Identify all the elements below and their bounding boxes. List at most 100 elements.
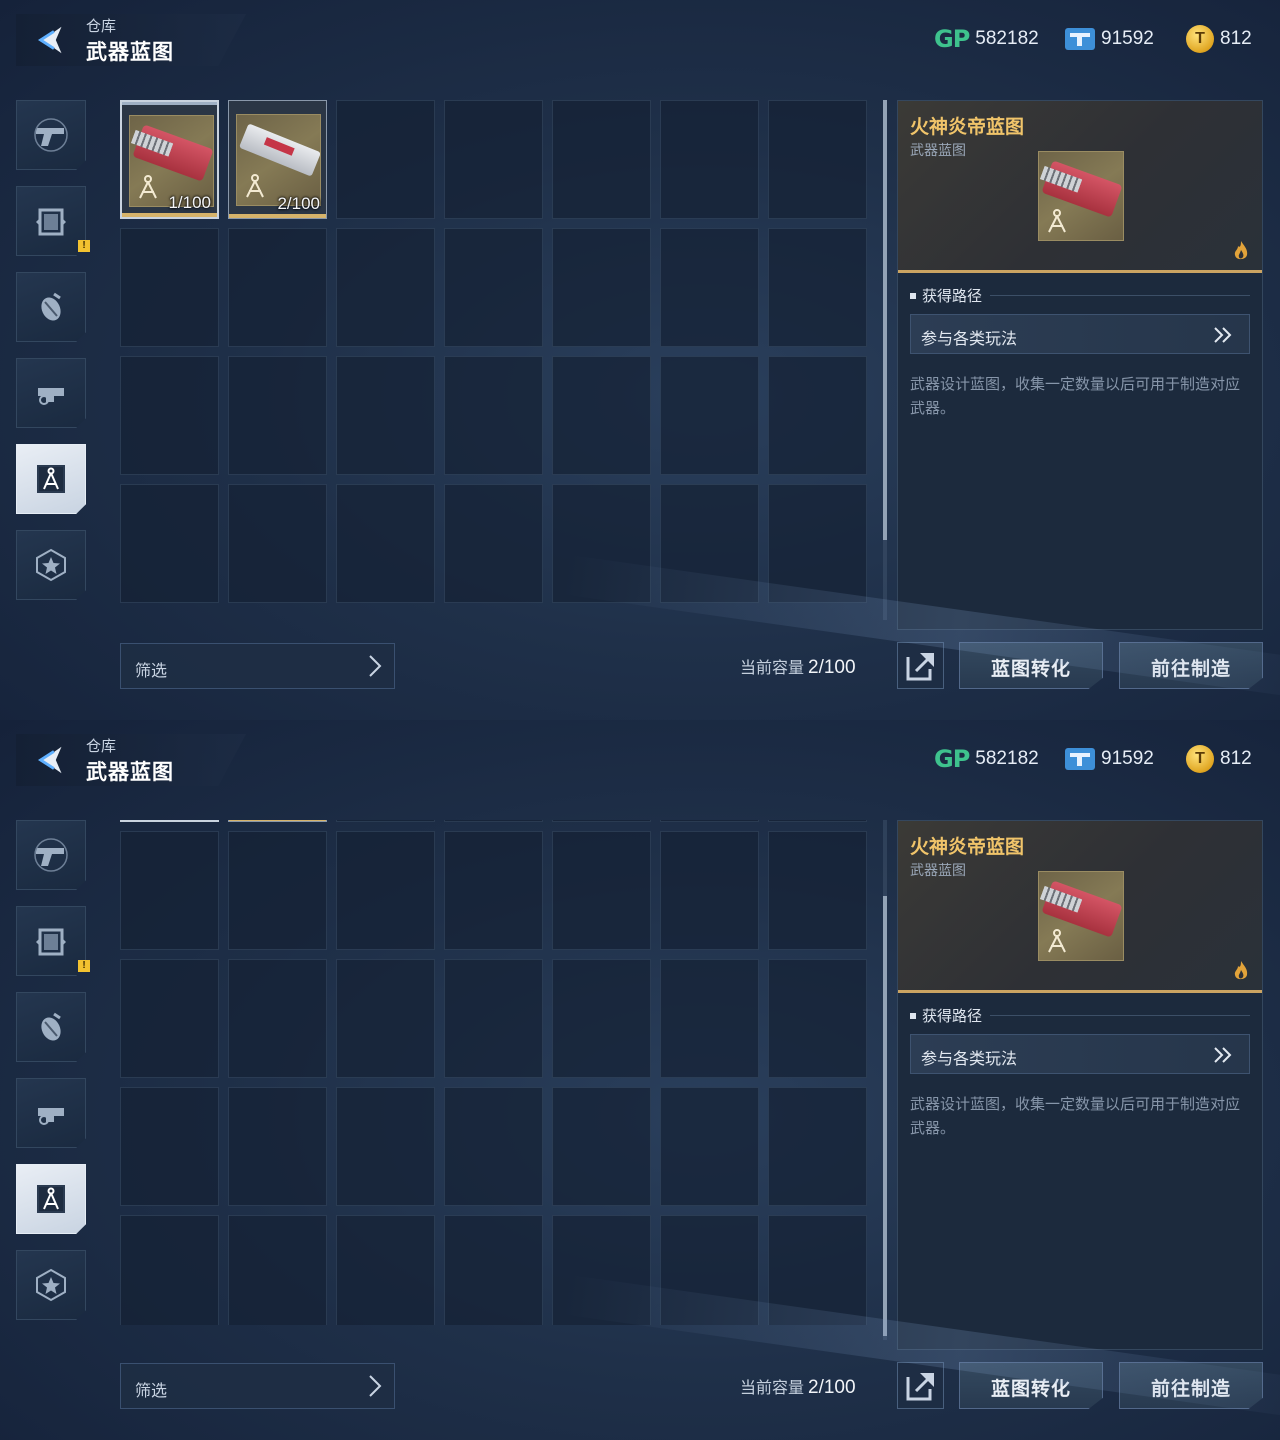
empty-slot bbox=[552, 228, 651, 347]
blueprint-convert-button[interactable]: 蓝图转化 bbox=[959, 642, 1103, 689]
coin-amount: 812 bbox=[1220, 748, 1252, 769]
flame-icon bbox=[1234, 961, 1248, 980]
category-tab-pistol[interactable] bbox=[16, 820, 86, 890]
ticket-icon bbox=[1065, 28, 1095, 50]
back-button[interactable] bbox=[30, 740, 74, 780]
filter-button[interactable]: 筛选 bbox=[120, 1363, 395, 1409]
rarity-bar bbox=[229, 214, 326, 218]
back-button[interactable] bbox=[30, 20, 74, 60]
empty-slot bbox=[336, 356, 435, 475]
currency-gp[interactable]: GP 582182 bbox=[934, 744, 1039, 774]
inventory-grid[interactable]: 1/100 2/100 bbox=[120, 820, 870, 1325]
category-tab-blueprint[interactable] bbox=[16, 1164, 86, 1234]
blueprint-slot[interactable]: 2/100 bbox=[228, 100, 327, 219]
source-route-button[interactable]: 参与各类玩法 bbox=[910, 314, 1250, 354]
grid-scroll-thumb[interactable] bbox=[883, 896, 887, 1336]
category-tab-armor[interactable] bbox=[16, 906, 86, 976]
flame-icon bbox=[1234, 241, 1248, 260]
currency-gp[interactable]: GP 582182 bbox=[934, 24, 1039, 54]
back-arrow-icon bbox=[37, 26, 62, 54]
empty-slot bbox=[120, 959, 219, 1078]
category-tab-blueprint[interactable] bbox=[16, 444, 86, 514]
blueprint-slot[interactable]: 1/100 bbox=[120, 820, 219, 822]
grid-scrollbar[interactable] bbox=[883, 100, 887, 620]
grid-scrollbar[interactable] bbox=[883, 820, 887, 1340]
empty-slot bbox=[552, 831, 651, 950]
page-title: 武器蓝图 bbox=[86, 41, 174, 64]
source-route-button[interactable]: 参与各类玩法 bbox=[910, 1034, 1250, 1074]
item-detail-panel: 火神炎帝蓝图 武器蓝图 获得路径 参与各类玩法 武器设计蓝图，收集一定数量以后可… bbox=[897, 820, 1263, 1350]
empty-slot bbox=[552, 959, 651, 1078]
breadcrumb: 仓库 bbox=[86, 738, 117, 755]
detail-header: 火神炎帝蓝图 武器蓝图 bbox=[898, 101, 1262, 273]
capacity-readout: 当前容量 2/100 bbox=[740, 654, 856, 679]
empty-slot bbox=[228, 484, 327, 603]
empty-slot bbox=[120, 1087, 219, 1206]
gp-icon: GP bbox=[934, 25, 970, 53]
rarity-bar bbox=[229, 820, 326, 821]
item-description: 武器设计蓝图，收集一定数量以后可用于制造对应武器。 bbox=[910, 376, 1241, 417]
empty-slot bbox=[444, 959, 543, 1078]
currency-ticket[interactable]: 91592 bbox=[1065, 24, 1154, 54]
empty-slot bbox=[228, 959, 327, 1078]
blueprint-thumbnail bbox=[236, 114, 321, 206]
item-description: 武器设计蓝图，收集一定数量以后可用于制造对应武器。 bbox=[910, 1096, 1241, 1137]
go-craft-button[interactable]: 前往制造 bbox=[1119, 642, 1263, 689]
gp-amount: 582182 bbox=[975, 28, 1039, 49]
filter-button[interactable]: 筛选 bbox=[120, 643, 395, 689]
source-section-title: 获得路径 bbox=[910, 285, 1250, 306]
empty-slot bbox=[444, 831, 543, 950]
blueprint-slot[interactable]: 2/100 bbox=[228, 820, 327, 822]
empty-slot bbox=[552, 1087, 651, 1206]
empty-slot bbox=[336, 831, 435, 950]
coin-icon: T bbox=[1186, 745, 1214, 773]
capacity-value: 2/100 bbox=[808, 657, 856, 678]
inventory-grid[interactable]: 1/100 2/100 bbox=[120, 100, 870, 605]
source-section-title: 获得路径 bbox=[910, 1005, 1250, 1026]
category-tab-grenade[interactable] bbox=[16, 992, 86, 1062]
category-tab-star-badge[interactable] bbox=[16, 530, 86, 600]
go-craft-button[interactable]: 前往制造 bbox=[1119, 1362, 1263, 1409]
empty-slot bbox=[444, 100, 543, 219]
route-label: 参与各类玩法 bbox=[921, 1051, 1018, 1068]
gp-icon: GP bbox=[934, 745, 970, 773]
empty-slot bbox=[660, 1087, 759, 1206]
blueprint-compass-icon bbox=[139, 175, 157, 199]
category-tab-star-badge[interactable] bbox=[16, 1250, 86, 1320]
currency-ticket[interactable]: 91592 bbox=[1065, 744, 1154, 774]
category-tab-armor[interactable] bbox=[16, 186, 86, 256]
category-tab-attachment[interactable] bbox=[16, 1078, 86, 1148]
pistol-icon bbox=[34, 838, 68, 872]
grid-scroll-thumb[interactable] bbox=[883, 100, 887, 540]
blueprint-convert-button[interactable]: 蓝图转化 bbox=[959, 1362, 1103, 1409]
category-tab-pistol[interactable] bbox=[16, 100, 86, 170]
category-tab-grenade[interactable] bbox=[16, 272, 86, 342]
empty-slot bbox=[336, 820, 435, 822]
currency-coin[interactable]: T 812 bbox=[1186, 24, 1252, 54]
capacity-label: 当前容量 bbox=[740, 1380, 805, 1397]
empty-slot bbox=[444, 1215, 543, 1325]
attachment-icon bbox=[38, 1108, 64, 1125]
currency-coin[interactable]: T 812 bbox=[1186, 744, 1252, 774]
category-tab-attachment[interactable] bbox=[16, 358, 86, 428]
empty-slot bbox=[768, 831, 867, 950]
item-name: 火神炎帝蓝图 bbox=[910, 837, 1025, 858]
empty-slot bbox=[228, 831, 327, 950]
grenade-icon bbox=[41, 292, 61, 321]
empty-slot bbox=[660, 959, 759, 1078]
selection-highlight bbox=[122, 102, 217, 105]
external-link-button[interactable] bbox=[897, 642, 944, 689]
empty-slot bbox=[768, 100, 867, 219]
ticket-amount: 91592 bbox=[1101, 28, 1154, 49]
blueprint-slot[interactable]: 1/100 bbox=[120, 100, 219, 219]
empty-slot bbox=[552, 820, 651, 822]
page-title: 武器蓝图 bbox=[86, 761, 174, 784]
ticket-amount: 91592 bbox=[1101, 748, 1154, 769]
star-badge-icon bbox=[36, 548, 66, 582]
external-link-button[interactable] bbox=[897, 1362, 944, 1409]
convert-label: 蓝图转化 bbox=[990, 659, 1071, 680]
blueprint-compass-icon bbox=[246, 174, 264, 198]
double-chevron-right-icon bbox=[1214, 327, 1232, 343]
empty-slot bbox=[444, 356, 543, 475]
filter-label: 筛选 bbox=[135, 1383, 168, 1400]
